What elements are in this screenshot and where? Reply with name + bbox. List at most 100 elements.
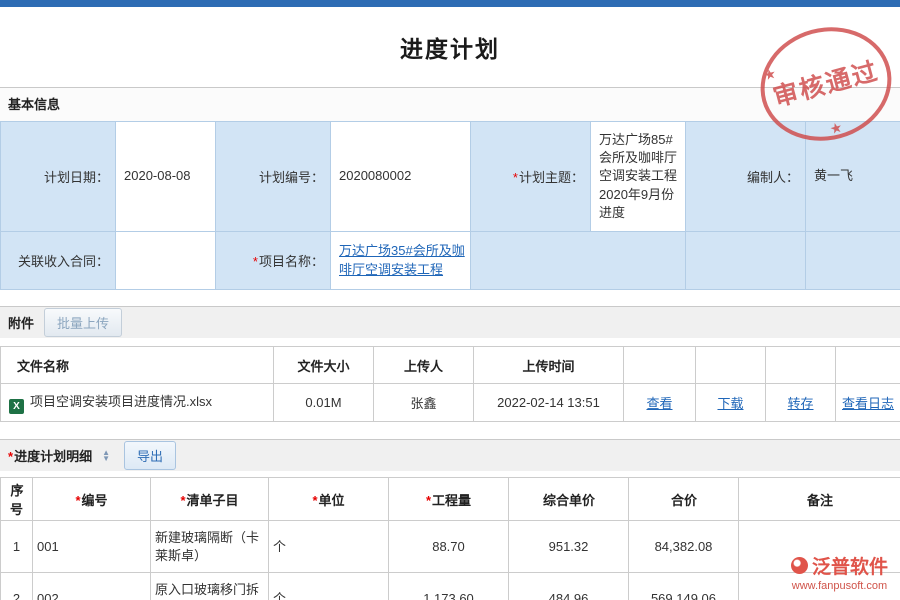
empty-cell — [471, 232, 686, 290]
download-link[interactable]: 下载 — [717, 396, 743, 411]
detail-row: 1 001 新建玻璃隔断（卡莱斯卓） 个 88.70 951.32 84,382… — [1, 521, 900, 573]
attachment-action-cell: 转存 — [766, 384, 836, 422]
col-header-quantity-text: 工程量 — [432, 493, 471, 508]
section-basic-info: 基本信息 — [0, 87, 900, 121]
attachment-file-name: X 项目空调安装项目进度情况.xlsx — [1, 384, 274, 422]
col-header-item: *清单子目 — [151, 478, 269, 521]
cell-quantity: 88.70 — [389, 521, 509, 573]
page: 进度计划 ★ 审核通过 ★ 基本信息 计划日期： 2020-08-08 计划编号… — [0, 0, 900, 600]
cell-total: 84,382.08 — [629, 521, 739, 573]
section-details-title: *进度计划明细 — [8, 446, 92, 465]
brand-line: 泛普软件 — [791, 552, 888, 579]
col-header-upload-time: 上传时间 — [474, 347, 624, 384]
attachment-file-name-text: 项目空调安装项目进度情况.xlsx — [30, 394, 212, 409]
col-header-seq-text: 序号 — [10, 483, 24, 517]
attachment-action-cell: 下载 — [696, 384, 766, 422]
top-bar — [0, 0, 900, 7]
cell-code: 002 — [33, 573, 151, 600]
section-details-title-text: 进度计划明细 — [14, 449, 92, 464]
col-header-file-name: 文件名称 — [1, 347, 274, 384]
attachment-file-size: 0.01M — [274, 384, 374, 422]
col-header-empty — [766, 347, 836, 384]
col-header-code: *编号 — [33, 478, 151, 521]
cell-quantity: 1,173.60 — [389, 573, 509, 600]
attachment-action-cell: 查看日志 — [836, 384, 900, 422]
cell-unit: 个 — [269, 573, 389, 600]
cell-unit: 个 — [269, 521, 389, 573]
detail-row: 2 002 原入口玻璃移门拆装、拆除门及隔墙 个 1,173.60 484.96… — [1, 573, 900, 600]
empty-cell — [686, 232, 806, 290]
cell-item: 新建玻璃隔断（卡莱斯卓） — [151, 521, 269, 573]
view-link[interactable]: 查看 — [646, 396, 672, 411]
plan-date-label: 计划日期： — [1, 122, 116, 232]
related-contract-label: 关联收入合同： — [1, 232, 116, 290]
cell-total: 569,149.06 — [629, 573, 739, 600]
attachments-header-row: 文件名称 文件大小 上传人 上传时间 — [1, 347, 900, 384]
attachment-action-cell: 查看 — [624, 384, 696, 422]
cell-unit-price: 484.96 — [509, 573, 629, 600]
required-marker: * — [8, 449, 13, 464]
basic-info-row-1: 计划日期： 2020-08-08 计划编号： 2020080002 *计划主题：… — [1, 122, 900, 232]
cell-unit-price: 951.32 — [509, 521, 629, 573]
basic-info-table: 计划日期： 2020-08-08 计划编号： 2020080002 *计划主题：… — [0, 121, 900, 290]
sort-down-icon: ▼ — [102, 456, 110, 462]
attachment-upload-time: 2022-02-14 13:51 — [474, 384, 624, 422]
creator-value: 黄一飞 — [806, 122, 900, 232]
required-marker: * — [75, 493, 80, 508]
related-contract-value — [116, 232, 216, 290]
creator-label: 编制人： — [686, 122, 806, 232]
required-marker: * — [180, 493, 185, 508]
col-header-unit-price: 综合单价 — [509, 478, 629, 521]
brand-logo-icon — [791, 557, 808, 574]
col-header-empty — [696, 347, 766, 384]
export-button[interactable]: 导出 — [124, 441, 176, 470]
required-marker: * — [312, 493, 317, 508]
batch-upload-button[interactable]: 批量上传 — [44, 308, 122, 337]
col-header-code-text: 编号 — [82, 493, 108, 508]
attachments-table: 文件名称 文件大小 上传人 上传时间 X 项目空调安装项目进度情况.xlsx 0.… — [0, 346, 900, 422]
col-header-total: 合价 — [629, 478, 739, 521]
brand-name: 泛普软件 — [812, 552, 888, 579]
project-name-label-text: 项目名称： — [259, 254, 324, 269]
details-table: 序号 *编号 *清单子目 *单位 *工程量 综合单价 合价 备注 1 001 新… — [0, 477, 900, 600]
empty-cell — [806, 232, 900, 290]
basic-info-row-2: 关联收入合同： *项目名称： 万达广场35#会所及咖啡厅空调安装工程 — [1, 232, 900, 290]
col-header-remark: 备注 — [739, 478, 900, 521]
plan-no-value: 2020080002 — [331, 122, 471, 232]
transfer-save-link[interactable]: 转存 — [787, 396, 813, 411]
col-header-remark-text: 备注 — [807, 493, 833, 508]
cell-seq: 1 — [1, 521, 33, 573]
section-attachments-title: 附件 — [8, 313, 34, 332]
excel-file-icon: X — [9, 399, 24, 414]
col-header-uploader: 上传人 — [374, 347, 474, 384]
section-attachments: 附件 批量上传 — [0, 306, 900, 338]
attachment-uploader: 张鑫 — [374, 384, 474, 422]
col-header-seq: 序号 — [1, 478, 33, 521]
attachment-row: X 项目空调安装项目进度情况.xlsx 0.01M 张鑫 2022-02-14 1… — [1, 384, 900, 422]
plan-date-value: 2020-08-08 — [116, 122, 216, 232]
section-basic-info-title: 基本信息 — [8, 97, 60, 112]
details-header-row: 序号 *编号 *清单子目 *单位 *工程量 综合单价 合价 备注 — [1, 478, 900, 521]
sort-icon[interactable]: ▲ ▼ — [102, 450, 110, 462]
project-name-cell: 万达广场35#会所及咖啡厅空调安装工程 — [331, 232, 471, 290]
view-log-link[interactable]: 查看日志 — [842, 396, 894, 411]
col-header-item-text: 清单子目 — [187, 493, 239, 508]
col-header-total-text: 合价 — [671, 493, 697, 508]
project-name-link[interactable]: 万达广场35#会所及咖啡厅空调安装工程 — [339, 243, 465, 276]
col-header-quantity: *工程量 — [389, 478, 509, 521]
col-header-unit: *单位 — [269, 478, 389, 521]
brand-url: www.fanpusoft.com — [791, 580, 888, 592]
cell-seq: 2 — [1, 573, 33, 600]
brand-watermark: 泛普软件 www.fanpusoft.com — [791, 552, 888, 592]
cell-code: 001 — [33, 521, 151, 573]
required-marker: * — [253, 254, 258, 269]
col-header-file-size: 文件大小 — [274, 347, 374, 384]
col-header-unit-price-text: 综合单价 — [543, 493, 595, 508]
plan-subject-label: *计划主题： — [471, 122, 591, 232]
col-header-unit-text: 单位 — [319, 493, 345, 508]
plan-no-label: 计划编号： — [216, 122, 331, 232]
plan-subject-label-text: 计划主题： — [519, 170, 584, 185]
page-title: 进度计划 — [0, 7, 900, 87]
required-marker: * — [426, 493, 431, 508]
col-header-empty — [836, 347, 900, 384]
